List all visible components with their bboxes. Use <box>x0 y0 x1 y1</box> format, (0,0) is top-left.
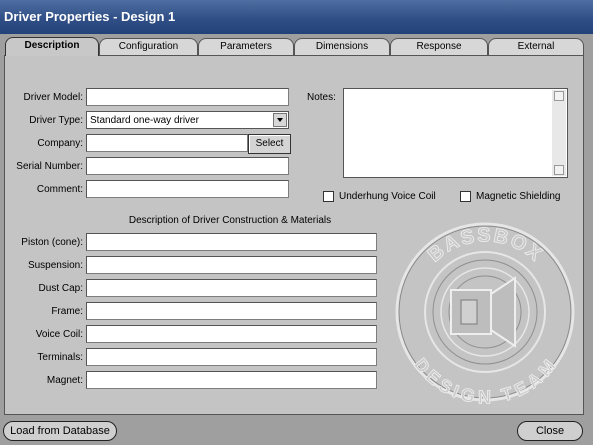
notes-scrollbar[interactable] <box>552 90 566 176</box>
voice-coil-input[interactable] <box>86 325 377 343</box>
magnet-label: Magnet: <box>46 375 83 386</box>
piston-label: Piston (cone): <box>21 237 83 248</box>
piston-input[interactable] <box>86 233 377 251</box>
magnet-input[interactable] <box>86 371 377 389</box>
frame-input[interactable] <box>86 302 377 320</box>
scroll-up-icon[interactable] <box>554 91 564 101</box>
tab-dimensions[interactable]: Dimensions <box>294 38 390 55</box>
suspension-label: Suspension: <box>27 260 83 271</box>
underhung-voice-coil-checkbox[interactable] <box>323 191 334 202</box>
tab-description[interactable]: Description <box>5 37 99 56</box>
driver-type-value: Standard one-way driver <box>90 115 199 126</box>
serial-number-input[interactable] <box>86 157 289 175</box>
driver-model-input[interactable] <box>86 88 289 106</box>
company-input[interactable] <box>86 134 248 152</box>
comment-input[interactable] <box>86 180 289 198</box>
comment-label: Comment: <box>36 184 83 195</box>
suspension-input[interactable] <box>86 256 377 274</box>
company-label: Company: <box>37 138 83 149</box>
logo-bottom-text: DESIGN TEAM <box>410 354 559 408</box>
tab-configuration[interactable]: Configuration <box>99 38 198 55</box>
title-bar: Driver Properties - Design 1 <box>0 0 593 34</box>
driver-type-select[interactable]: Standard one-way driver <box>86 111 289 129</box>
frame-label: Frame: <box>51 306 83 317</box>
window-title: Driver Properties - Design 1 <box>4 9 176 24</box>
construction-heading: Description of Driver Construction & Mat… <box>128 215 332 226</box>
tab-external[interactable]: External <box>488 38 584 55</box>
driver-model-label: Driver Model: <box>23 92 83 103</box>
terminals-input[interactable] <box>86 348 377 366</box>
magnetic-shielding-label: Magnetic Shielding <box>476 191 561 202</box>
bassbox-design-team-logo: BASSBOX DESIGN TEAM <box>393 220 578 408</box>
select-company-button[interactable]: Select <box>248 134 291 154</box>
underhung-voice-coil-label: Underhung Voice Coil <box>339 191 436 202</box>
serial-number-label: Serial Number: <box>16 161 83 172</box>
voice-coil-label: Voice Coil: <box>35 329 83 340</box>
notes-label: Notes: <box>307 92 336 103</box>
terminals-label: Terminals: <box>37 352 83 363</box>
driver-type-label: Driver Type: <box>29 115 83 126</box>
magnetic-shielding-checkbox[interactable] <box>460 191 471 202</box>
tab-response[interactable]: Response <box>390 38 488 55</box>
svg-text:DESIGN TEAM: DESIGN TEAM <box>410 354 560 405</box>
scroll-down-icon[interactable] <box>554 165 564 175</box>
tab-parameters[interactable]: Parameters <box>198 38 294 55</box>
notes-textarea[interactable] <box>343 88 568 178</box>
dust-cap-input[interactable] <box>86 279 377 297</box>
close-button[interactable]: Close <box>517 421 583 441</box>
load-from-database-button[interactable]: Load from Database <box>3 421 117 441</box>
chevron-down-icon[interactable] <box>273 113 287 127</box>
dust-cap-label: Dust Cap: <box>38 283 83 294</box>
